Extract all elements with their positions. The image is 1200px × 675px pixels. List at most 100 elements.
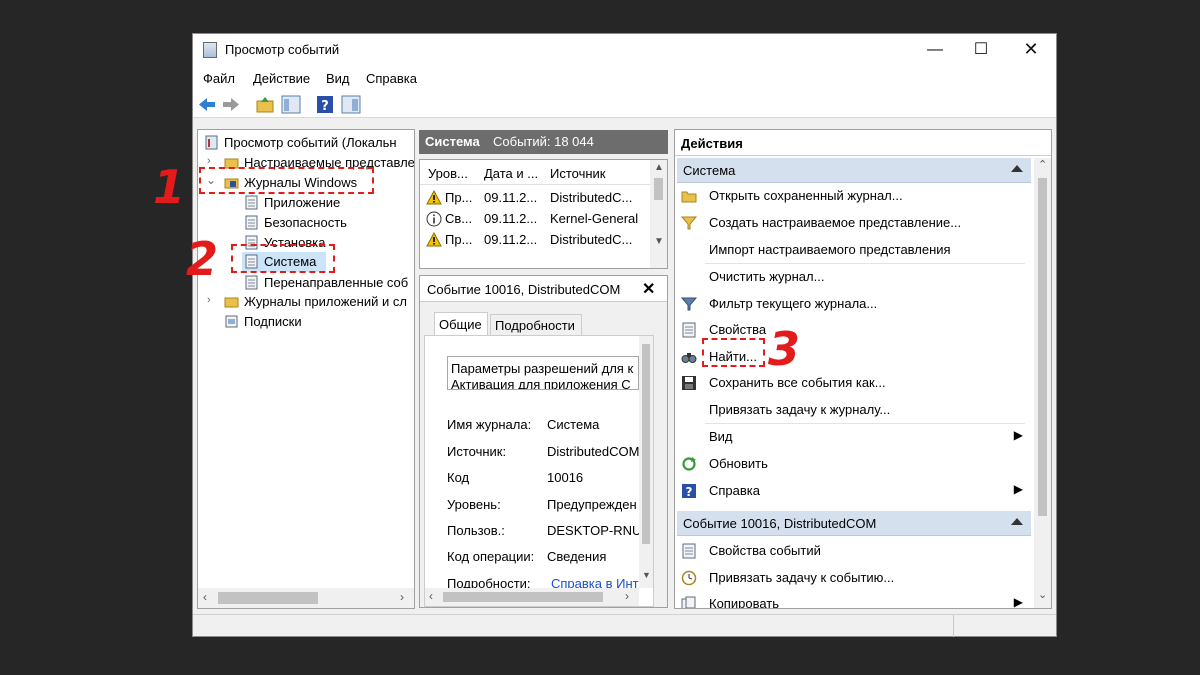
back-arrow-icon[interactable]	[197, 95, 217, 114]
action-help[interactable]: ? Справка ▶	[679, 478, 1027, 504]
detail-vertical-scrollbar[interactable]: ▼	[639, 336, 653, 588]
annotation-box-find	[702, 338, 765, 367]
help-toolbar-icon[interactable]: ?	[315, 95, 335, 114]
detail-horizontal-scrollbar[interactable]: ‹ ›	[425, 588, 639, 606]
annotation-number-1: 1	[153, 160, 186, 214]
event-date: 09.11.2...	[484, 211, 538, 226]
action-label: Справка	[709, 483, 760, 498]
action-label: Привязать задачу к событию...	[709, 570, 895, 585]
scroll-down-icon[interactable]: ▼	[654, 236, 664, 247]
tab-label: Общие	[439, 317, 482, 332]
menu-view[interactable]: Вид	[326, 71, 350, 86]
action-label: Свойства событий	[709, 543, 821, 558]
scroll-right-icon[interactable]: ›	[625, 589, 629, 603]
scroll-right-icon[interactable]: ›	[400, 590, 404, 604]
action-label: Фильтр текущего журнала...	[709, 296, 878, 311]
event-description-box[interactable]: Параметры разрешений для к Активация для…	[447, 356, 639, 390]
action-clear-log[interactable]: Очистить журнал...	[679, 264, 1027, 290]
action-label: Открыть сохраненный журнал...	[709, 188, 903, 203]
section-label: Система	[683, 163, 736, 178]
event-row[interactable]: Св... 09.11.2... Kernel-General	[420, 209, 650, 230]
events-vertical-scrollbar[interactable]: ▲ ▼	[650, 160, 667, 268]
subscriptions-icon	[225, 315, 238, 328]
binoculars-icon	[681, 353, 697, 363]
action-copy[interactable]: Копировать ▶	[679, 591, 1027, 608]
event-row[interactable]: Пр... 09.11.2... DistributedC...	[420, 230, 650, 251]
column-date[interactable]: Дата и ...	[484, 166, 546, 181]
event-viewer-icon	[205, 135, 218, 150]
close-detail-icon[interactable]: ✕	[642, 279, 655, 299]
title-bar: Просмотр событий — ☐ ✕	[193, 34, 1056, 65]
action-attach-task-event[interactable]: Привязать задачу к событию...	[679, 565, 1027, 591]
scroll-thumb[interactable]	[1038, 178, 1047, 516]
section-header-event[interactable]: Событие 10016, DistributedCOM	[677, 511, 1031, 536]
actions-pane: Действия Система Открыть сохраненный жур…	[674, 129, 1052, 609]
show-hide-tree-icon[interactable]	[281, 95, 301, 114]
scroll-thumb[interactable]	[218, 592, 318, 604]
show-hide-action-pane-icon[interactable]	[341, 95, 361, 114]
action-label: Привязать задачу к журналу...	[709, 402, 891, 417]
section-header-system[interactable]: Система	[677, 158, 1031, 183]
column-level[interactable]: Уров...	[428, 166, 478, 181]
menu-help[interactable]: Справка	[366, 71, 417, 86]
scroll-thumb[interactable]	[654, 178, 663, 200]
scroll-left-icon[interactable]: ‹	[429, 589, 433, 603]
events-count: Событий: 18 044	[493, 134, 594, 149]
horizontal-scrollbar[interactable]: ‹ ›	[198, 588, 414, 608]
action-label: Вид	[709, 429, 733, 444]
minimize-button[interactable]: —	[912, 34, 958, 65]
action-refresh[interactable]: Обновить	[679, 451, 1027, 477]
maximize-button[interactable]: ☐	[958, 34, 1004, 65]
scroll-up-icon[interactable]: ▲	[654, 162, 664, 173]
tree-root-label: Просмотр событий (Локальн	[224, 135, 397, 150]
scroll-up-icon[interactable]: ⌃	[1038, 158, 1047, 171]
action-filter-log[interactable]: Фильтр текущего журнала...	[679, 291, 1027, 317]
description-line: Активация для приложения С	[451, 377, 631, 390]
menu-action[interactable]: Действие	[253, 71, 310, 86]
action-label: Обновить	[709, 456, 768, 471]
event-level: Св...	[445, 211, 473, 226]
events-header: Система Событий: 18 044	[419, 130, 668, 154]
action-create-custom-view[interactable]: Создать настраиваемое представление...	[679, 210, 1027, 236]
column-source[interactable]: Источник	[550, 166, 640, 181]
collapse-icon[interactable]	[1011, 518, 1023, 525]
action-view[interactable]: Вид ▶	[679, 424, 1027, 450]
chevron-right-icon[interactable]: ›	[207, 155, 211, 167]
scroll-thumb[interactable]	[642, 344, 650, 544]
forward-arrow-icon[interactable]	[221, 95, 241, 114]
event-level: Пр...	[445, 232, 473, 247]
collapse-icon[interactable]	[1011, 165, 1023, 172]
description-line: Параметры разрешений для к	[451, 361, 634, 376]
actions-vertical-scrollbar[interactable]: ⌃ ⌄	[1034, 158, 1051, 608]
event-date: 09.11.2...	[484, 190, 538, 205]
scroll-down-icon[interactable]: ▼	[642, 570, 651, 580]
log-icon	[245, 195, 258, 210]
action-label: Свойства	[709, 322, 767, 337]
folder-up-icon[interactable]	[255, 95, 275, 114]
menu-file[interactable]: Файл	[203, 71, 235, 86]
submenu-arrow-icon: ▶	[1013, 482, 1023, 496]
tab-details[interactable]: Подробности	[490, 314, 582, 336]
submenu-arrow-icon: ▶	[1013, 428, 1023, 442]
action-open-saved-log[interactable]: Открыть сохраненный журнал...	[679, 183, 1027, 209]
scroll-down-icon[interactable]: ⌄	[1038, 588, 1047, 601]
chevron-right-icon[interactable]: ›	[207, 294, 211, 306]
action-import-custom-view[interactable]: Импорт настраиваемого представления	[679, 237, 1027, 263]
action-save-all-events[interactable]: Сохранить все события как...	[679, 370, 1027, 396]
event-row[interactable]: Пр... 09.11.2... DistributedC...	[420, 188, 650, 209]
field-label-user: Пользов.:	[447, 523, 505, 538]
task-clock-icon	[681, 570, 697, 586]
scroll-thumb[interactable]	[443, 592, 603, 602]
field-value-log-name: Система	[547, 417, 600, 432]
warning-icon	[426, 232, 442, 247]
tree-item-label: Подписки	[244, 314, 302, 329]
svg-text:?: ?	[321, 99, 329, 114]
status-bar	[193, 614, 1056, 637]
action-event-properties[interactable]: Свойства событий	[679, 538, 1027, 564]
actions-title: Действия	[681, 136, 743, 151]
action-attach-task-log[interactable]: Привязать задачу к журналу...	[679, 397, 1027, 423]
close-button[interactable]: ✕	[1008, 34, 1054, 65]
annotation-number-3: 3	[768, 322, 801, 376]
tab-general[interactable]: Общие	[434, 312, 488, 336]
scroll-left-icon[interactable]: ‹	[203, 590, 207, 604]
